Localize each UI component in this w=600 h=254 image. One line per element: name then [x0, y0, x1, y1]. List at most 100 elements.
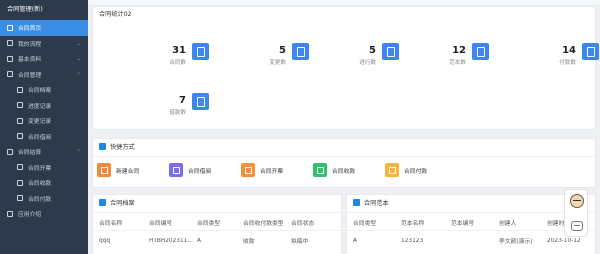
menu-icon — [7, 24, 13, 31]
sidebar-item[interactable]: 合同结算 ⌃ — [0, 144, 88, 160]
table-row[interactable]: qqq HTBH202311... A 收款 拟稿中 — [93, 232, 341, 249]
sidebar-item-label: 合同收款 — [28, 181, 52, 188]
menu-icon — [7, 55, 13, 62]
quick-action-button[interactable]: 合同付款 — [385, 163, 427, 177]
menu-icon — [7, 71, 13, 78]
stats-card: 合同统计02 31 合同数 5 变更数 5 进行数 12 范本数 14 付款数 7 借款数 — [92, 6, 599, 130]
menu-icon — [17, 86, 23, 93]
column-header[interactable]: 合同编号 — [149, 218, 172, 227]
menu-icon — [17, 117, 23, 124]
column-header[interactable]: 合同状态 — [291, 218, 314, 227]
menu-icon — [17, 195, 23, 202]
sidebar-item-label: 我的流程 — [18, 41, 42, 48]
quick-action-button[interactable]: 合同开票 — [241, 163, 283, 177]
sidebar-item[interactable]: 基本资料 ⌄ — [0, 51, 88, 67]
template-header: 合同范本 — [347, 195, 595, 213]
table-row[interactable]: A 123123 李文颜(演示) 2023-10-12 — [347, 232, 595, 249]
sidebar-item[interactable]: 我的流程 ⌄ — [0, 36, 88, 52]
document-icon — [192, 93, 209, 110]
quick-action-label: 合同借阅 — [188, 168, 212, 175]
quick-actions-card: 快捷方式 新建合同 合同借阅 合同开票 合同收款 合同付款 — [92, 138, 596, 188]
sidebar-item[interactable]: 合同首页 — [0, 20, 88, 36]
document-icon — [192, 43, 209, 60]
quick-action-icon — [97, 163, 111, 177]
sidebar-item-label: 合同结算 — [18, 150, 42, 157]
chevron-icon: ⌄ — [76, 56, 81, 62]
stat-value: 12 — [452, 45, 466, 56]
sidebar-item[interactable]: 合同管理 ⌃ — [0, 67, 88, 83]
assistant-avatar-icon[interactable] — [570, 194, 584, 208]
sidebar-item-label: 变更记录 — [28, 119, 52, 126]
floating-helper — [564, 189, 588, 237]
table-cell: HTBH202311... — [149, 237, 193, 244]
table-cell: 2023-10-12 — [547, 237, 581, 244]
chevron-icon: ⌄ — [76, 40, 81, 47]
sidebar-item-label: 合同首页 — [18, 26, 42, 33]
column-header[interactable]: 合同收付款类型 — [243, 218, 284, 227]
sidebar-item-label: 合同付款 — [28, 196, 52, 203]
column-header[interactable]: 合同类型 — [197, 218, 220, 227]
template-icon — [353, 199, 360, 206]
top-strip — [88, 0, 600, 5]
column-header[interactable]: 创建人 — [499, 218, 516, 227]
sidebar-item[interactable]: 合同开票 — [0, 160, 88, 176]
quick-action-icon — [313, 163, 327, 177]
document-icon — [292, 43, 309, 60]
sidebar-item[interactable]: 合同收款 — [0, 175, 88, 191]
quick-action-label: 合同付款 — [404, 168, 428, 175]
stat-item[interactable]: 12 范本数 — [429, 43, 489, 71]
quick-actions-title: 快捷方式 — [110, 144, 135, 151]
quick-action-button[interactable]: 新建合同 — [97, 163, 139, 177]
contract-template-card: 合同范本 合同类型 范本名称 范本编号 创建人 创建时间 A 123123 李文颜(演示) 2… — [346, 194, 596, 254]
quick-action-label: 合同开票 — [260, 168, 284, 175]
sidebar-item-label: 进度记录 — [28, 103, 52, 110]
menu-icon — [17, 164, 23, 171]
stat-label: 进行数 — [359, 60, 376, 66]
quick-action-icon — [169, 163, 183, 177]
quick-action-icon — [385, 163, 399, 177]
table-cell: qqq — [99, 237, 111, 244]
stat-label: 付款数 — [559, 60, 576, 66]
archive-header: 合同档案 — [93, 195, 341, 213]
stat-item[interactable]: 5 进行数 — [339, 43, 399, 71]
sidebar-item-label: 合同管理 — [18, 72, 42, 79]
column-header[interactable]: 合同类型 — [353, 218, 376, 227]
quick-action-button[interactable]: 合同收款 — [313, 163, 355, 177]
template-title: 合同范本 — [364, 200, 389, 207]
sidebar-item[interactable]: 合同档案 — [0, 82, 88, 98]
document-icon — [382, 43, 399, 60]
sidebar: 合同管理(新) 合同首页 我的流程 ⌄ 基本资料 ⌄ 合同管理 ⌃ 合同档案 进度记录 变更记录合… — [0, 0, 88, 254]
stat-value: 5 — [279, 45, 286, 56]
quick-action-button[interactable]: 合同借阅 — [169, 163, 211, 177]
document-icon — [472, 43, 489, 60]
archive-icon — [99, 199, 106, 206]
column-header[interactable]: 范本名称 — [401, 218, 424, 227]
sidebar-item[interactable]: 合同借阅 — [0, 129, 88, 145]
stat-item[interactable]: 5 变更数 — [249, 43, 309, 71]
table-cell: 李文颜(演示) — [499, 239, 533, 245]
table-cell: A — [353, 237, 357, 244]
menu-icon — [17, 133, 23, 140]
sidebar-item[interactable]: 合同付款 — [0, 191, 88, 207]
sidebar-app-title: 合同管理(新) — [7, 6, 43, 13]
stat-item[interactable]: 14 付款数 — [539, 43, 599, 71]
sidebar-item[interactable]: 变更记录 — [0, 113, 88, 129]
column-header[interactable]: 合同名称 — [99, 218, 122, 227]
stat-item[interactable]: 31 合同数 — [149, 43, 209, 71]
stat-value: 7 — [179, 95, 186, 106]
stat-value: 31 — [172, 45, 186, 56]
column-header[interactable]: 范本编号 — [451, 218, 474, 227]
stat-value: 14 — [562, 45, 576, 56]
menu-icon — [7, 40, 13, 47]
sidebar-menu: 合同首页 我的流程 ⌄ 基本资料 ⌄ 合同管理 ⌃ 合同档案 进度记录 变更记录 合同借阅 合同结算 ⌃… — [0, 20, 88, 222]
stat-label: 借款数 — [169, 110, 186, 116]
stat-label: 合同数 — [169, 60, 186, 66]
stat-item[interactable]: 7 借款数 — [149, 93, 209, 121]
sidebar-item[interactable]: 进度记录 — [0, 98, 88, 114]
chatbot-icon[interactable] — [571, 221, 583, 231]
quick-action-label: 合同收款 — [332, 168, 356, 175]
sidebar-item[interactable]: 应用介绍 — [0, 206, 88, 222]
menu-icon — [7, 148, 13, 155]
sidebar-item-label: 合同借阅 — [28, 134, 52, 141]
stat-label: 范本数 — [449, 60, 466, 66]
